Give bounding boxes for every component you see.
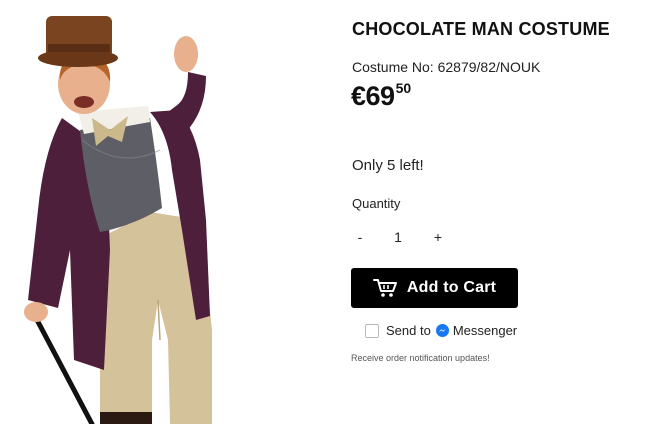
product-price: €6950 <box>351 80 412 111</box>
messenger-icon <box>435 324 449 337</box>
quantity-stepper: - + <box>346 224 446 250</box>
stock-status: Only 5 left! <box>352 157 424 174</box>
quantity-label: Quantity <box>352 196 401 211</box>
notification-note: Receive order notification updates! <box>351 353 490 363</box>
price-cents: 50 <box>395 80 412 96</box>
quantity-input[interactable] <box>376 224 420 250</box>
add-to-cart-button[interactable]: Add to Cart <box>351 268 518 308</box>
messenger-label: Messenger <box>452 323 518 338</box>
costume-number: Costume No: 62879/82/NOUK <box>352 59 541 75</box>
product-title: CHOCOLATE MAN COSTUME <box>352 19 610 39</box>
send-to-messenger-checkbox[interactable] <box>365 323 379 338</box>
send-to-messenger: Send to Messenger <box>365 323 517 338</box>
add-to-cart-label: Add to Cart <box>406 279 497 296</box>
cart-icon <box>372 279 397 297</box>
product-image <box>0 0 300 424</box>
price-main: €69 <box>351 81 395 111</box>
quantity-increase-button[interactable]: + <box>427 224 449 250</box>
send-to-label: Send to <box>386 323 431 338</box>
quantity-decrease-button[interactable]: - <box>349 224 371 250</box>
